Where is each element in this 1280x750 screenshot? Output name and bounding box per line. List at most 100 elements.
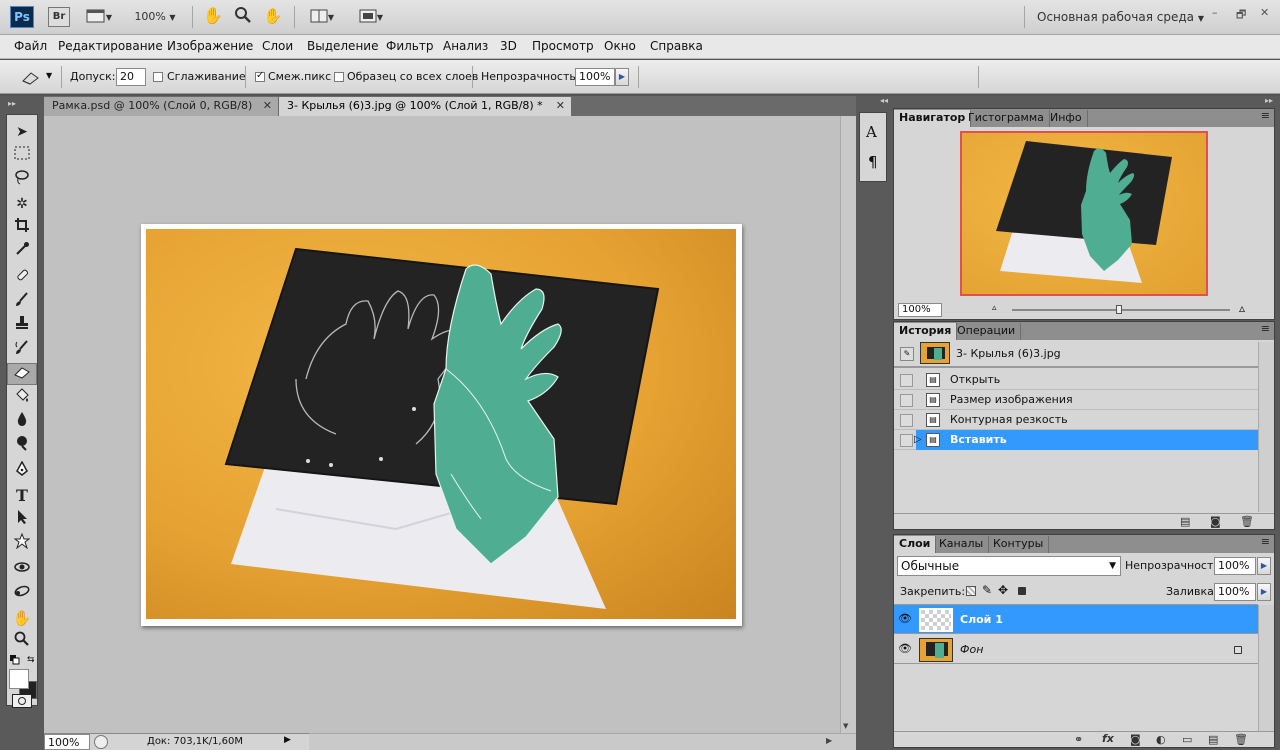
- history-brush-source-icon[interactable]: ✎: [900, 347, 914, 361]
- collapse-dock-icon[interactable]: ◂◂: [880, 96, 888, 105]
- trash-icon[interactable]: 🗑: [1234, 733, 1248, 746]
- zoom-slider-thumb[interactable]: [1116, 305, 1122, 314]
- tab-krylya[interactable]: 3- Крылья (6)3.jpg @ 100% (Слой 1, RGB/8…: [279, 97, 571, 116]
- hand-tool-icon[interactable]: ✋: [7, 607, 37, 629]
- tab-ramka[interactable]: Рамка.psd @ 100% (Слой 0, RGB/8) ✕: [44, 97, 278, 116]
- document-image[interactable]: [141, 224, 742, 626]
- menu-select[interactable]: Выделение: [307, 39, 378, 53]
- menu-analysis[interactable]: Анализ: [443, 39, 488, 53]
- hand-tool-icon[interactable]: ✋: [202, 8, 224, 24]
- type-tool-icon[interactable]: T: [7, 485, 37, 507]
- opacity-input[interactable]: 100%: [575, 68, 615, 86]
- tab-history[interactable]: История: [894, 323, 958, 340]
- close-button[interactable]: ✕: [1260, 6, 1269, 19]
- history-state[interactable]: ▤ Размер изображения: [894, 390, 1258, 410]
- lasso-tool-icon[interactable]: [7, 169, 37, 191]
- restore-button[interactable]: 🗗: [1236, 6, 1246, 25]
- tolerance-input[interactable]: 20: [116, 68, 146, 86]
- menu-edit[interactable]: Редактирование: [58, 39, 163, 53]
- layer-row-fon[interactable]: 👁 Фон: [894, 635, 1258, 664]
- fill-input[interactable]: 100%: [1214, 583, 1256, 601]
- status-zoom-input[interactable]: 100%: [44, 734, 90, 750]
- history-state-selected[interactable]: ▷ ▤ Вставить: [894, 430, 1258, 450]
- layer-opacity-slider-button[interactable]: ▶: [1257, 557, 1271, 575]
- blend-mode-select[interactable]: Обычные ▼: [897, 556, 1121, 576]
- view-extras-button[interactable]: ▼: [82, 9, 116, 29]
- eraser-tool-icon[interactable]: [7, 363, 37, 385]
- history-source-checkbox[interactable]: [900, 394, 913, 407]
- tab-paths[interactable]: Контуры: [988, 536, 1050, 553]
- default-colors-icon[interactable]: [10, 655, 20, 665]
- antialias-checkbox[interactable]: [153, 72, 163, 82]
- healing-brush-tool-icon[interactable]: [7, 267, 37, 289]
- zoom-level-dropdown[interactable]: 100% ▼: [128, 9, 182, 26]
- lock-position-icon[interactable]: ✥: [998, 583, 1008, 597]
- new-snapshot-icon[interactable]: ◙: [1210, 515, 1221, 528]
- fx-icon[interactable]: fx: [1102, 732, 1114, 745]
- paint-bucket-tool-icon[interactable]: [7, 387, 37, 409]
- menu-file[interactable]: Файл: [14, 39, 47, 53]
- layers-scrollbar[interactable]: [1258, 605, 1274, 731]
- close-tab-icon[interactable]: ✕: [556, 97, 565, 115]
- eyedropper-tool-icon[interactable]: [7, 241, 37, 263]
- screen-mode-button[interactable]: ▼: [354, 9, 388, 29]
- tab-layers[interactable]: Слои: [894, 536, 937, 553]
- visibility-eye-icon[interactable]: 👁: [898, 643, 912, 655]
- clone-stamp-tool-icon[interactable]: [7, 315, 37, 337]
- rotate-view-icon[interactable]: ✋: [262, 8, 284, 24]
- history-state[interactable]: ▤ Контурная резкость: [894, 410, 1258, 430]
- crop-tool-icon[interactable]: [7, 217, 37, 239]
- paragraph-panel-icon[interactable]: ¶: [868, 153, 878, 171]
- history-state[interactable]: ▤ Открыть: [894, 370, 1258, 390]
- menu-filter[interactable]: Фильтр: [386, 39, 433, 53]
- layer-opacity-input[interactable]: 100%: [1214, 557, 1256, 575]
- close-tab-icon[interactable]: ✕: [263, 97, 272, 115]
- status-menu-arrow-icon[interactable]: ▶: [284, 735, 291, 745]
- character-panel-icon[interactable]: A: [866, 123, 877, 141]
- menu-window[interactable]: Окно: [604, 39, 636, 53]
- tab-navigator[interactable]: Навигатор: [894, 110, 972, 127]
- menu-image[interactable]: Изображение: [167, 39, 253, 53]
- canvas-area[interactable]: [44, 116, 840, 733]
- collapse-toolbox-icon[interactable]: ▸▸: [8, 99, 16, 108]
- menu-help[interactable]: Справка: [650, 39, 703, 53]
- bridge-button[interactable]: Br: [48, 7, 70, 27]
- vertical-scrollbar[interactable]: ▼: [840, 116, 856, 733]
- 3d-rotate-tool-icon[interactable]: [7, 559, 37, 581]
- magic-wand-tool-icon[interactable]: ✲: [7, 193, 37, 215]
- zoom-tool-icon[interactable]: [232, 6, 254, 29]
- lock-pixels-icon[interactable]: ✎: [982, 583, 992, 597]
- opacity-slider-button[interactable]: ▶: [615, 68, 629, 86]
- history-brush-tool-icon[interactable]: [7, 339, 37, 361]
- sample-all-layers-checkbox[interactable]: [334, 72, 344, 82]
- quick-mask-icon[interactable]: [12, 694, 32, 708]
- path-selection-tool-icon[interactable]: [7, 509, 37, 531]
- panel-menu-icon[interactable]: ≡: [1261, 535, 1270, 548]
- navigator-preview[interactable]: [960, 131, 1208, 296]
- history-snapshot-row[interactable]: ✎ 3- Крылья (6)3.jpg: [894, 340, 1258, 368]
- new-layer-icon[interactable]: ▤: [1208, 733, 1218, 746]
- navigator-zoom-input[interactable]: 100%: [898, 303, 942, 317]
- foreground-color-swatch[interactable]: [9, 669, 29, 689]
- lock-transparency-icon[interactable]: [966, 586, 976, 596]
- zoom-in-icon[interactable]: ▵: [1239, 301, 1245, 315]
- layer-mask-icon[interactable]: ◙: [1130, 733, 1141, 746]
- brush-tool-icon[interactable]: [7, 291, 37, 313]
- custom-shape-tool-icon[interactable]: [7, 532, 37, 555]
- tool-preset-picker[interactable]: ▼: [20, 69, 56, 87]
- blur-tool-icon[interactable]: [7, 411, 37, 433]
- link-layers-icon[interactable]: ⚭: [1074, 733, 1083, 746]
- tab-channels[interactable]: Каналы: [934, 536, 990, 553]
- marquee-tool-icon[interactable]: [7, 145, 37, 167]
- lock-all-icon[interactable]: [1018, 587, 1026, 595]
- scroll-down-icon[interactable]: ▼: [843, 722, 848, 730]
- tab-actions[interactable]: Операции: [952, 323, 1022, 340]
- zoom-tool-icon[interactable]: [7, 631, 37, 653]
- menu-view[interactable]: Просмотр: [532, 39, 594, 53]
- arrange-documents-button[interactable]: ▼: [305, 9, 339, 29]
- workspace-switcher[interactable]: Основная рабочая среда ▼: [1037, 10, 1204, 24]
- trash-icon[interactable]: 🗑: [1240, 515, 1254, 528]
- pen-tool-icon[interactable]: [7, 460, 37, 483]
- 3d-orbit-tool-icon[interactable]: [7, 583, 37, 605]
- history-source-checkbox[interactable]: [900, 374, 913, 387]
